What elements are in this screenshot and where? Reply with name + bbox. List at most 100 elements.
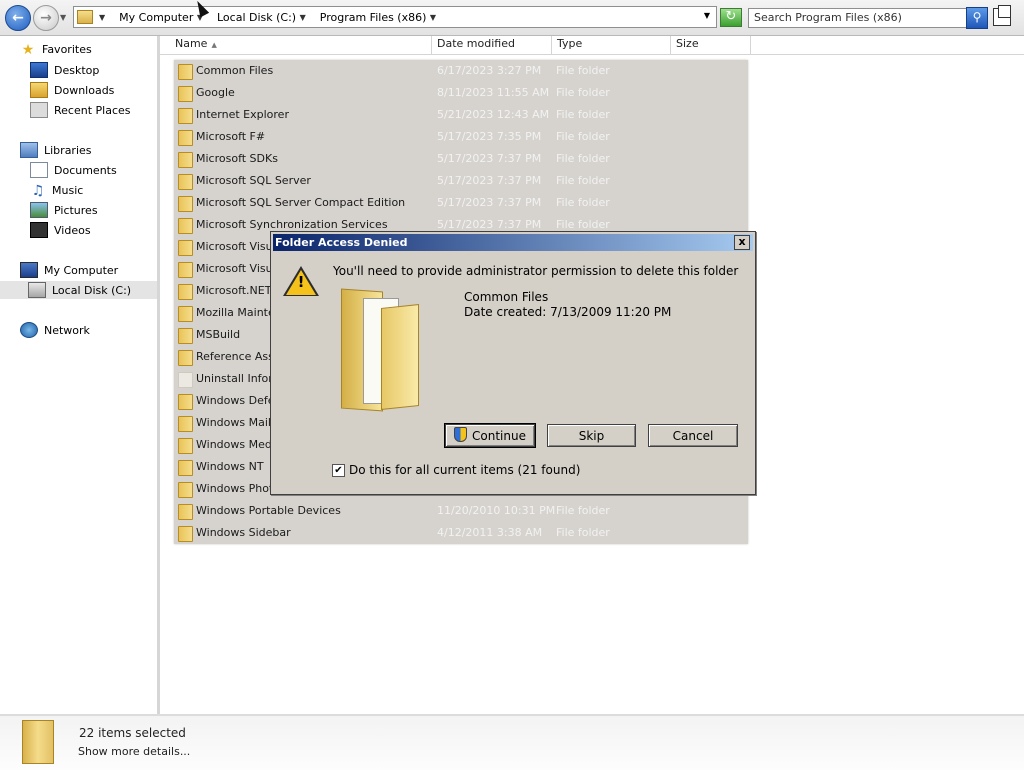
pictures-icon [30,202,48,218]
row-date-modified: 5/17/2023 7:37 PM [437,152,542,165]
column-size[interactable]: Size [671,36,751,54]
sort-ascending-icon: ▲ [211,41,217,49]
nav-libraries[interactable]: Libraries [20,141,92,159]
search-input[interactable]: Search Program Files (x86) [748,8,967,28]
back-button[interactable]: ← [5,5,31,31]
row-name: Microsoft SDKs [196,152,278,165]
nav-music[interactable]: ♫ Music [30,181,84,199]
nav-favorites[interactable]: ★ Favorites [20,40,92,58]
table-row[interactable]: Internet Explorer 5/21/2023 12:43 AM File … [174,104,748,126]
desktop-icon [30,62,48,78]
folder-front [381,304,419,410]
row-name: Microsoft SQL Server Compact Edition [196,196,406,209]
breadcrumb-local-disk[interactable]: Local Disk (C:) ▼ [217,11,314,24]
skip-button[interactable]: Skip [547,424,636,447]
folder-access-denied-dialog: Folder Access Denied x ! You'll need to … [270,231,756,495]
folder-icon [77,10,93,24]
row-name: Windows Defer [196,394,279,407]
table-row[interactable]: Windows Sidebar 4/12/2011 3:38 AM File fol… [174,522,748,544]
nav-documents[interactable]: Documents [30,161,117,179]
table-row[interactable]: Google 8/11/2023 11:55 AM File folder [174,82,748,104]
row-name: Google [196,86,235,99]
recent-pages-dropdown[interactable]: ▼ [60,13,66,22]
close-button[interactable]: x [734,235,750,250]
folder-icon [178,482,193,498]
network-globe-icon [20,322,38,338]
table-row[interactable]: Microsoft SDKs 5/17/2023 7:37 PM File fold… [174,148,748,170]
chevron-down-icon: ▼ [429,12,437,22]
row-type: File folder [556,504,610,517]
folder-icon [178,372,193,388]
row-name: Microsoft F# [196,130,266,143]
column-name[interactable]: Name ▲ [170,36,432,54]
nav-pictures[interactable]: Pictures [30,201,98,219]
row-type: File folder [556,152,610,165]
nav-downloads[interactable]: Downloads [30,81,114,99]
row-date-modified: 4/12/2011 3:38 AM [437,526,543,539]
apply-to-all-label[interactable]: Do this for all current items (21 found) [349,463,580,477]
folder-icon [178,130,193,146]
row-name: Windows Media [196,438,282,451]
column-header: Name ▲ Date modified Type Size [160,36,1024,55]
computer-icon [20,262,38,278]
column-date-modified[interactable]: Date modified [432,36,552,54]
refresh-button[interactable]: ↻ [720,8,742,27]
table-row[interactable]: Common Files 6/17/2023 3:27 PM File folder [174,60,748,82]
folder-icon [178,86,193,102]
uac-shield-icon [454,427,468,442]
row-name: Microsoft.NET [196,284,272,297]
folder-icon [178,196,193,212]
row-type: File folder [556,64,610,77]
nav-my-computer[interactable]: My Computer [20,261,118,279]
breadcrumb-root[interactable]: ▼ [99,13,113,22]
video-film-icon [30,222,48,238]
exclamation-mark: ! [297,273,305,291]
restore-window-button[interactable] [993,5,1011,26]
details-pane: 22 items selected Show more details... [0,714,1024,770]
folder-icon [178,152,193,168]
nav-recent-places[interactable]: Recent Places [30,101,131,119]
cancel-button[interactable]: Cancel [648,424,738,447]
chevron-down-icon: ▼ [99,12,106,22]
nav-videos[interactable]: Videos [30,221,91,239]
row-name: Windows Photo [196,482,280,495]
row-name: Uninstall Inforn [196,372,280,385]
documents-icon [30,162,48,178]
chevron-down-icon: ▼ [299,12,306,22]
row-name: Windows Mail [196,416,271,429]
close-icon: x [738,235,746,248]
row-type: File folder [556,218,610,231]
row-name: Microsoft Visua [196,240,280,253]
row-name: Microsoft Visua [196,262,280,275]
navigation-pane: ★ Favorites Desktop Downloads Recent Plac… [0,36,160,714]
nav-local-disk[interactable]: Local Disk (C:) [0,281,157,299]
row-name: Microsoft Synchronization Services [196,218,388,231]
nav-network[interactable]: Network [20,321,90,339]
refresh-icon: ↻ [725,9,737,24]
row-name: MSBuild [196,328,241,341]
forward-button[interactable]: → [33,5,59,31]
nav-desktop[interactable]: Desktop [30,61,99,79]
continue-button[interactable]: Continue [444,423,536,448]
row-name: Reference Asse [196,350,281,363]
search-button[interactable]: ⚲ [966,7,988,29]
table-row[interactable]: Microsoft SQL Server Compact Edition 5/17… [174,192,748,214]
selection-count: 22 items selected [79,726,186,740]
dialog-title-bar[interactable]: Folder Access Denied x [273,234,753,251]
folder-icon [178,460,193,476]
apply-to-all-checkbox[interactable]: ✔ [332,464,345,477]
folder-preview-icon [341,288,419,412]
column-type[interactable]: Type [552,36,671,54]
table-row[interactable]: Microsoft SQL Server 5/17/2023 7:37 PM Fil… [174,170,748,192]
table-row[interactable]: Microsoft F# 5/17/2023 7:35 PM File folder [174,126,748,148]
breadcrumb-program-files[interactable]: Program Files (x86) ▼ [320,11,444,24]
star-icon: ★ [21,42,35,58]
show-more-details-link[interactable]: Show more details... [78,745,190,758]
table-row[interactable]: Windows Portable Devices 11/20/2010 10:31… [174,500,748,522]
row-type: File folder [556,526,610,539]
folder-icon [178,416,193,432]
folder-icon [178,174,193,190]
address-bar[interactable]: ▼ My Computer ▼ Local Disk (C:) ▼ Progra… [73,6,717,28]
address-toolbar: ← → ▼ ▼ My Computer ▼ Local Disk (C:) ▼ … [0,0,1024,36]
address-history-dropdown[interactable]: ▼ [704,11,710,20]
